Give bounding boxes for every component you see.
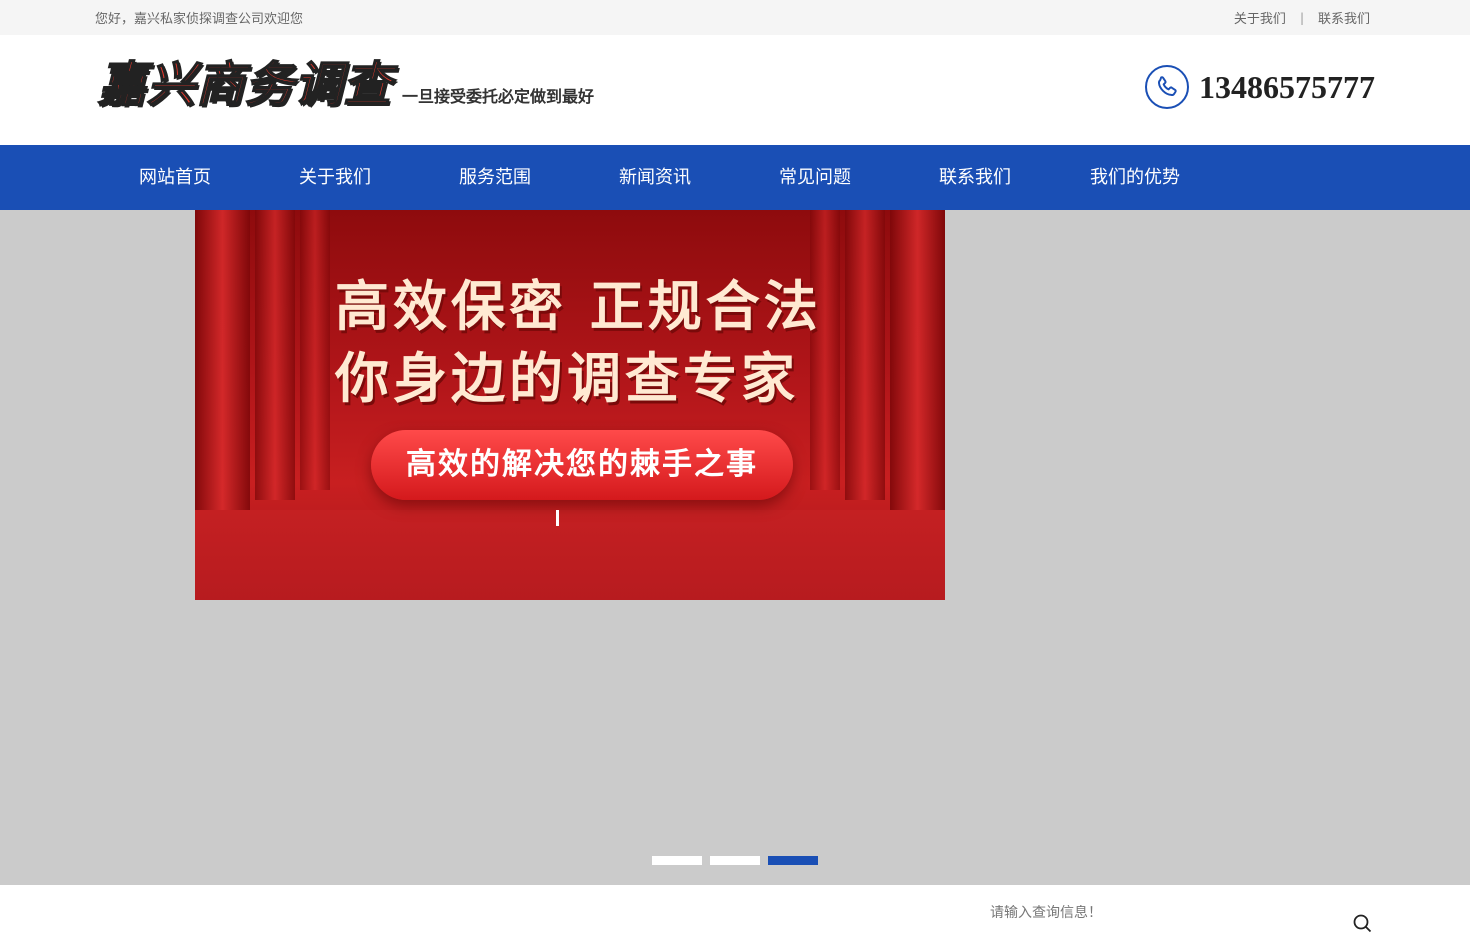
nav-item-about[interactable]: 关于我们 [255, 145, 415, 210]
search-bar [0, 885, 1470, 933]
nav-item-faq[interactable]: 常见问题 [735, 145, 895, 210]
banner-headline-1: 高效保密 正规合法 [335, 275, 822, 338]
banner-cta-button[interactable]: 高效的解决您的棘手之事 [371, 430, 793, 500]
logo-text: 嘉兴商务调查 [97, 56, 393, 114]
nav-item-home[interactable]: 网站首页 [95, 145, 255, 210]
carousel-dot-3[interactable] [768, 856, 818, 865]
phone-icon [1145, 65, 1189, 109]
top-bar: 您好，嘉兴私家侦探调查公司欢迎您 关于我们 | 联系我们 [0, 0, 1470, 35]
main-nav: 网站首页 关于我们 服务范围 新闻资讯 常见问题 联系我们 我们的优势 [0, 145, 1470, 210]
search-icon[interactable] [1352, 913, 1372, 933]
welcome-text: 您好，嘉兴私家侦探调查公司欢迎您 [95, 12, 304, 27]
nav-item-contact[interactable]: 联系我们 [895, 145, 1055, 210]
logo-slogan: 一旦接受委托必定做到最好 [402, 87, 595, 106]
top-link-about[interactable]: 关于我们 [1234, 8, 1286, 27]
top-link-contact[interactable]: 联系我们 [1318, 8, 1370, 27]
stage-floor [195, 510, 945, 600]
text-cursor [556, 510, 559, 526]
site-header: 嘉兴商务调查 一旦接受委托必定做到最好 13486575777 [0, 35, 1470, 145]
phone-contact: 13486575777 [1145, 65, 1375, 109]
banner-carousel: 高效保密 正规合法 你身边的调查专家 高效的解决您的棘手之事 [0, 210, 1470, 885]
logo[interactable]: 嘉兴商务调查 一旦接受委托必定做到最好 [97, 56, 595, 114]
nav-item-news[interactable]: 新闻资讯 [575, 145, 735, 210]
carousel-pagination [652, 856, 818, 865]
top-link-separator: | [1299, 10, 1304, 25]
banner-slide[interactable]: 高效保密 正规合法 你身边的调查专家 高效的解决您的棘手之事 [195, 210, 945, 600]
carousel-dot-2[interactable] [710, 856, 760, 865]
phone-number: 13486575777 [1199, 68, 1375, 105]
carousel-dot-1[interactable] [652, 856, 702, 865]
search-input[interactable] [990, 905, 1340, 921]
banner-headline-2: 你身边的调查专家 [335, 347, 799, 410]
nav-item-services[interactable]: 服务范围 [415, 145, 575, 210]
top-links: 关于我们 | 联系我们 [1234, 8, 1370, 28]
nav-item-advantages[interactable]: 我们的优势 [1055, 145, 1215, 210]
